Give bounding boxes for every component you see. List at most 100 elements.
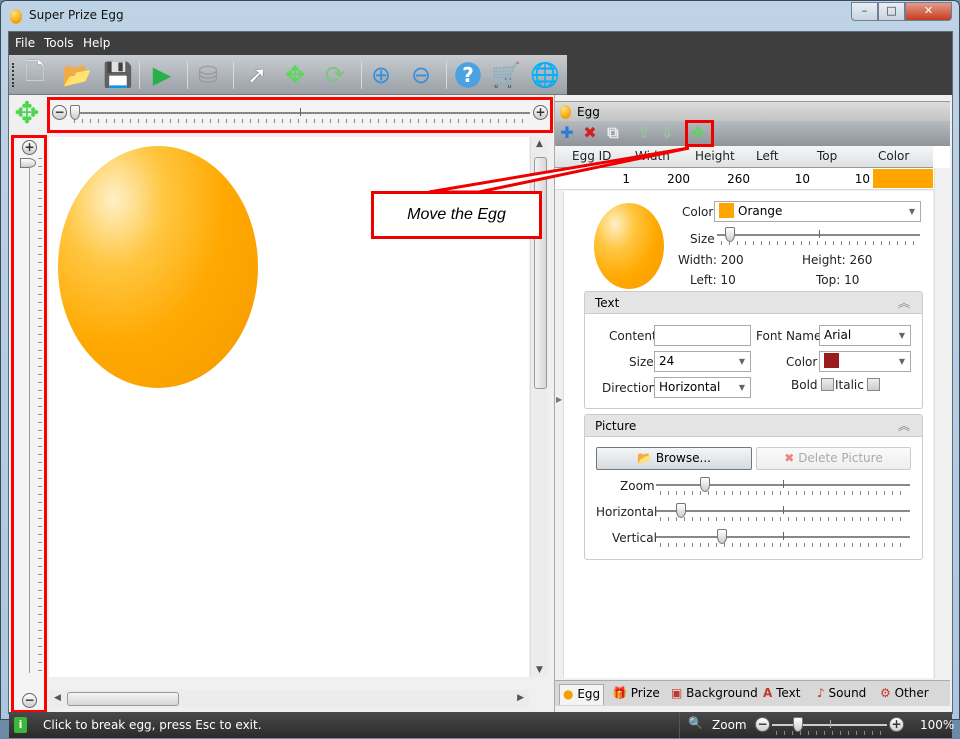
bold-option[interactable]: Bold [791, 378, 834, 392]
text-group: Text ︽ Content Font Name Arial ▼ Size 24 ▼ … [584, 291, 923, 409]
open-icon[interactable]: 📂 [61, 59, 93, 91]
col-color[interactable]: Color [878, 149, 909, 163]
cart-icon[interactable]: 🛒 [490, 59, 522, 91]
menu-tools[interactable]: Tools [44, 36, 74, 50]
menu-file[interactable]: File [15, 36, 35, 50]
italic-option[interactable]: Italic [835, 378, 880, 392]
add-egg-icon[interactable]: ✚ [557, 123, 577, 143]
scroll-down-arrow[interactable]: ▼ [536, 665, 543, 675]
maximize-button[interactable]: □ [878, 2, 905, 21]
picture-group-header[interactable]: Picture ︽ [585, 415, 922, 437]
horizontal-thumb[interactable] [675, 503, 686, 518]
toolbar-separator [187, 61, 188, 89]
move-down-icon[interactable]: ⇩ [657, 123, 677, 143]
details-scrollbar[interactable] [934, 168, 950, 678]
tab-egg[interactable]: ● Egg [559, 684, 605, 705]
menu-help[interactable]: Help [83, 36, 110, 50]
v-zoom-plus-button[interactable]: + [22, 140, 37, 155]
col-top[interactable]: Top [817, 149, 837, 163]
pointer-icon[interactable]: ➚ [241, 59, 273, 91]
text-group-title: Text [595, 296, 620, 310]
toolbar-grip[interactable] [12, 63, 15, 87]
bold-checkbox[interactable] [820, 378, 834, 391]
copy-egg-icon[interactable]: ⧉ [603, 123, 623, 143]
direction-dropdown[interactable]: Horizontal ▼ [654, 377, 751, 398]
tab-label: Prize [630, 686, 660, 700]
text-group-header[interactable]: Text ︽ [585, 292, 922, 314]
delete-egg-icon[interactable]: ✖ [580, 123, 600, 143]
v-zoom-ticks [38, 158, 42, 673]
close-button[interactable]: ✕ [905, 2, 952, 21]
text-color-dropdown[interactable]: #FF93232C▼ [819, 351, 911, 372]
color-value: Orange [738, 204, 783, 218]
text-size-dropdown[interactable]: 24 ▼ [654, 351, 751, 372]
italic-checkbox[interactable] [866, 378, 880, 391]
v-zoom-thumb[interactable] [20, 158, 36, 168]
play-icon[interactable]: ▶ [146, 59, 178, 91]
tab-label: Sound [828, 686, 867, 700]
top-readout: Top: 10 [816, 273, 860, 287]
status-zoom-slider[interactable] [772, 717, 887, 739]
status-zoom-plus[interactable]: + [889, 717, 904, 732]
egg[interactable] [58, 146, 258, 388]
help-icon[interactable]: ? [452, 59, 484, 91]
tab-other[interactable]: ⚙ Other [877, 684, 932, 705]
h-zoom-thumb[interactable] [70, 105, 80, 120]
col-width[interactable]: Width [635, 149, 670, 163]
vertical-thumb[interactable] [717, 529, 727, 544]
scroll-left-arrow[interactable]: ◀ [54, 693, 61, 703]
v-zoom-minus-button[interactable]: − [22, 693, 37, 708]
new-icon[interactable]: 🗋 [19, 58, 51, 91]
tab-prize[interactable]: 🎁 Prize [609, 684, 663, 705]
folder-icon: 📂 [637, 451, 652, 465]
font-name-dropdown[interactable]: Arial ▼ [819, 325, 911, 346]
status-zoom-minus[interactable]: − [755, 717, 770, 732]
delete-picture-button[interactable]: ✖ Delete Picture [756, 447, 911, 470]
h-zoom-minus-button[interactable]: − [52, 105, 67, 120]
move-up-icon[interactable]: ⇧ [634, 123, 654, 143]
refresh-icon[interactable]: ⟳ [319, 59, 351, 91]
collapse-icon[interactable]: ︽ [898, 294, 910, 311]
globe-icon[interactable]: 🌐 [529, 59, 561, 91]
col-left[interactable]: Left [756, 149, 779, 163]
vertical-zoom-ruler[interactable]: + − [11, 135, 47, 713]
pic-zoom-thumb[interactable] [699, 477, 710, 492]
h-zoom-slider[interactable] [70, 105, 530, 127]
toolbar-separator [233, 61, 234, 89]
status-zoom-thumb[interactable] [793, 717, 803, 732]
col-egg-id[interactable]: Egg ID [572, 149, 611, 163]
size-slider[interactable] [717, 227, 920, 249]
tab-text[interactable]: A Text [760, 684, 803, 705]
egg-icon [560, 105, 571, 119]
toolbar-separator [446, 61, 447, 89]
browse-button[interactable]: 📂 Browse... [596, 447, 752, 470]
pic-zoom-slider[interactable] [656, 477, 910, 499]
size-thumb[interactable] [724, 227, 735, 242]
property-tabs: ● Egg 🎁 Prize ▣ Background A Text ♪ Soun… [555, 680, 950, 706]
move-icon[interactable]: ✥ [279, 59, 311, 91]
horizontal-slider[interactable] [656, 503, 910, 525]
vertical-label: Vertical [612, 531, 657, 545]
vertical-slider[interactable] [656, 529, 910, 551]
zoom-in-icon[interactable]: ⊕ [365, 59, 397, 91]
collapse-icon[interactable]: ︽ [898, 417, 910, 434]
egg-color-dropdown[interactable]: Orange ▼ [714, 201, 921, 222]
database-icon[interactable]: ⛁ [192, 59, 224, 91]
move-canvas-icon[interactable]: ✥ [11, 99, 43, 131]
col-height[interactable]: Height [695, 149, 735, 163]
scroll-up-arrow[interactable]: ▲ [536, 139, 543, 149]
h-zoom-plus-button[interactable]: + [533, 105, 548, 120]
zoom-out-icon[interactable]: ⊖ [405, 59, 437, 91]
toolbar-background [567, 55, 952, 95]
tab-sound[interactable]: ♪ Sound [814, 684, 869, 705]
scroll-right-arrow[interactable]: ▶ [517, 693, 524, 703]
delete-icon: ✖ [784, 451, 795, 465]
collapse-arrow-icon[interactable]: ▶ [556, 395, 562, 404]
horizontal-zoom-ruler[interactable]: − + [47, 97, 553, 133]
canvas-horizontal-scrollbar[interactable]: ◀ ▶ [49, 690, 529, 708]
minimize-button[interactable]: – [851, 2, 878, 21]
h-scroll-thumb[interactable] [67, 692, 179, 706]
tab-background[interactable]: ▣ Background [668, 684, 761, 705]
content-input[interactable] [654, 325, 751, 346]
save-icon[interactable]: 💾 [102, 59, 134, 91]
